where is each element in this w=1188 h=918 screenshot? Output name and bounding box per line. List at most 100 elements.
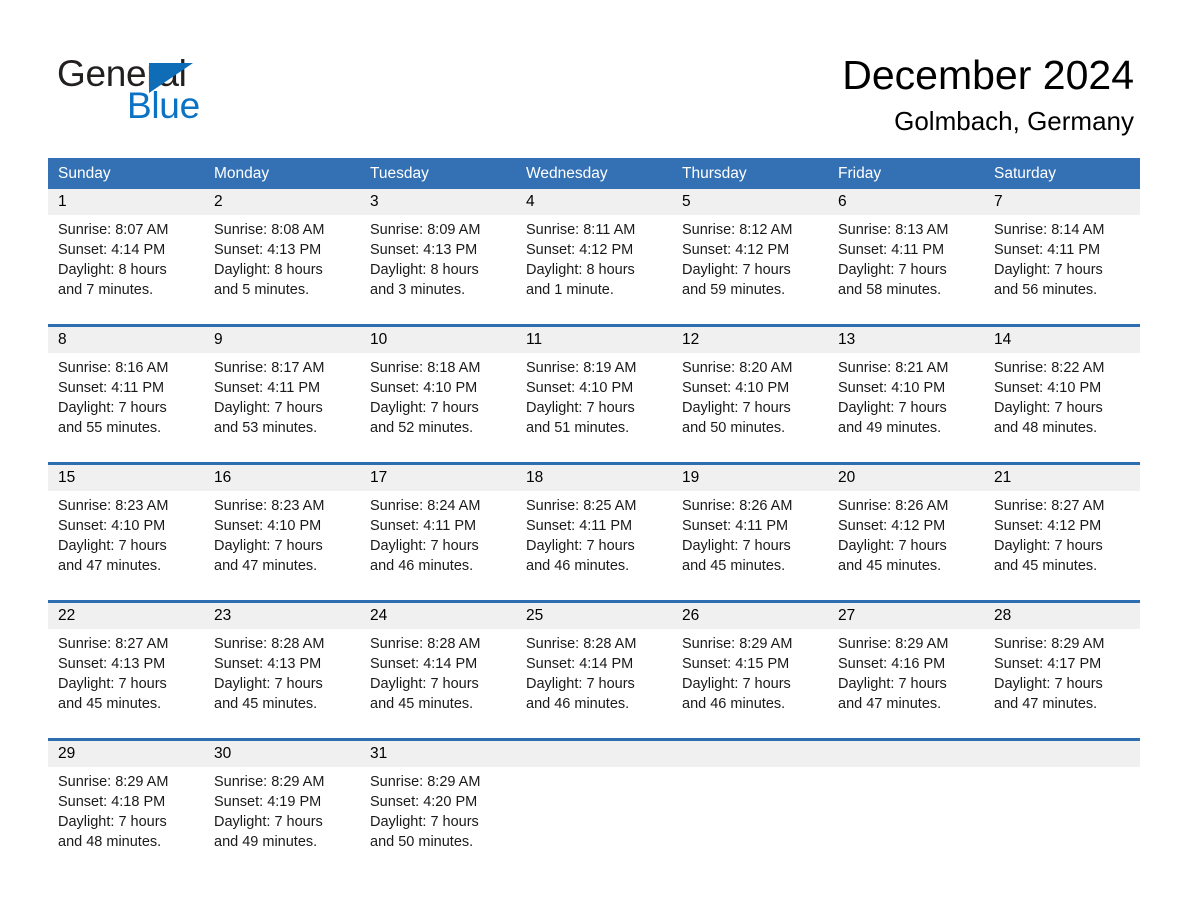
calendar-page: General Blue December 2024 Golmbach, Ger…	[0, 0, 1188, 918]
calendar-day-cell[interactable]: 12 Sunrise: 8:20 AM Sunset: 4:10 PM Dayligh…	[672, 327, 828, 453]
sunrise-text: Sunrise: 8:27 AM	[994, 498, 1105, 514]
sunset-text: Sunset: 4:11 PM	[58, 380, 165, 396]
calendar-day-cell[interactable]: 9 Sunrise: 8:17 AM Sunset: 4:11 PM Daylight…	[204, 327, 360, 453]
daylight-text-line2: and 7 minutes.	[58, 282, 154, 298]
weekday-header-saturday: Saturday	[994, 165, 1057, 182]
day-number: 23	[214, 607, 232, 624]
calendar-day-cell[interactable]: 5 Sunrise: 8:12 AM Sunset: 4:12 PM Daylight…	[672, 189, 828, 315]
day-details: Sunrise: 8:11 AM Sunset: 4:12 PM Daylight:…	[526, 220, 662, 300]
calendar-day-cell[interactable]: 16 Sunrise: 8:23 AM Sunset: 4:10 PM Dayligh…	[204, 465, 360, 591]
day-number: 1	[58, 193, 67, 210]
calendar-day-cell[interactable]: 15 Sunrise: 8:23 AM Sunset: 4:10 PM Dayligh…	[48, 465, 204, 591]
calendar-day-cell[interactable]: 13 Sunrise: 8:21 AM Sunset: 4:10 PM Dayligh…	[828, 327, 984, 453]
daylight-text-line2: and 45 minutes.	[838, 558, 942, 574]
sunset-text: Sunset: 4:14 PM	[370, 656, 478, 672]
calendar-day-cell[interactable]: 17 Sunrise: 8:24 AM Sunset: 4:11 PM Dayligh…	[360, 465, 516, 591]
daylight-text-line1: Daylight: 7 hours	[58, 400, 167, 416]
calendar-day-cell[interactable]: 21 Sunrise: 8:27 AM Sunset: 4:12 PM Dayligh…	[984, 465, 1140, 591]
day-details: Sunrise: 8:29 AM Sunset: 4:18 PM Daylight:…	[58, 772, 194, 852]
calendar-day-cell[interactable]: 23 Sunrise: 8:28 AM Sunset: 4:13 PM Dayligh…	[204, 603, 360, 729]
sunrise-text: Sunrise: 8:07 AM	[58, 222, 169, 238]
day-details: Sunrise: 8:12 AM Sunset: 4:12 PM Daylight:…	[682, 220, 818, 300]
daylight-text-line1: Daylight: 7 hours	[682, 538, 791, 554]
calendar-day-cell[interactable]: 18 Sunrise: 8:25 AM Sunset: 4:11 PM Dayligh…	[516, 465, 672, 591]
day-number: 19	[682, 469, 700, 486]
sunset-text: Sunset: 4:12 PM	[994, 518, 1102, 534]
calendar-day-cell[interactable]: 7 Sunrise: 8:14 AM Sunset: 4:11 PM Daylight…	[984, 189, 1140, 315]
calendar-day-cell[interactable]: 4 Sunrise: 8:11 AM Sunset: 4:12 PM Daylight…	[516, 189, 672, 315]
calendar-weeks: 1 Sunrise: 8:07 AM Sunset: 4:14 PM Daylight…	[48, 189, 1140, 867]
daylight-text-line1: Daylight: 7 hours	[58, 676, 167, 692]
day-number: 11	[526, 331, 543, 348]
day-number: 28	[994, 607, 1012, 624]
calendar-day-cell[interactable]: 30 Sunrise: 8:29 AM Sunset: 4:19 PM Dayligh…	[204, 741, 360, 867]
daylight-text-line1: Daylight: 7 hours	[214, 538, 323, 554]
sunrise-text: Sunrise: 8:23 AM	[58, 498, 169, 514]
daylight-text-line2: and 45 minutes.	[682, 558, 786, 574]
sunset-text: Sunset: 4:20 PM	[370, 794, 478, 810]
sunset-text: Sunset: 4:10 PM	[526, 380, 634, 396]
sunset-text: Sunset: 4:12 PM	[682, 242, 790, 258]
sunset-text: Sunset: 4:11 PM	[682, 518, 789, 534]
sunset-text: Sunset: 4:14 PM	[58, 242, 166, 258]
day-number: 3	[370, 193, 379, 210]
calendar-day-cell-empty	[516, 741, 672, 867]
calendar-day-cell[interactable]: 24 Sunrise: 8:28 AM Sunset: 4:14 PM Dayligh…	[360, 603, 516, 729]
calendar-day-cell[interactable]: 29 Sunrise: 8:29 AM Sunset: 4:18 PM Dayligh…	[48, 741, 204, 867]
day-details: Sunrise: 8:27 AM Sunset: 4:12 PM Daylight:…	[994, 496, 1130, 576]
calendar-day-cell[interactable]: 8 Sunrise: 8:16 AM Sunset: 4:11 PM Daylight…	[48, 327, 204, 453]
calendar-day-cell[interactable]: 14 Sunrise: 8:22 AM Sunset: 4:10 PM Dayligh…	[984, 327, 1140, 453]
calendar-day-cell[interactable]: 31 Sunrise: 8:29 AM Sunset: 4:20 PM Dayligh…	[360, 741, 516, 867]
daylight-text-line1: Daylight: 7 hours	[994, 400, 1103, 416]
day-number: 7	[994, 193, 1003, 210]
day-number: 8	[58, 331, 67, 348]
sunset-text: Sunset: 4:12 PM	[526, 242, 634, 258]
daylight-text-line1: Daylight: 7 hours	[214, 676, 323, 692]
daylight-text-line1: Daylight: 7 hours	[370, 400, 479, 416]
daylight-text-line1: Daylight: 7 hours	[682, 262, 791, 278]
sunset-text: Sunset: 4:11 PM	[994, 242, 1101, 258]
sunrise-text: Sunrise: 8:14 AM	[994, 222, 1105, 238]
sunrise-text: Sunrise: 8:26 AM	[682, 498, 793, 514]
day-details: Sunrise: 8:28 AM Sunset: 4:13 PM Daylight:…	[214, 634, 350, 714]
sunset-text: Sunset: 4:10 PM	[370, 380, 478, 396]
day-details: Sunrise: 8:29 AM Sunset: 4:17 PM Daylight:…	[994, 634, 1130, 714]
day-number: 30	[214, 745, 232, 762]
day-number: 21	[994, 469, 1012, 486]
calendar-day-cell[interactable]: 19 Sunrise: 8:26 AM Sunset: 4:11 PM Dayligh…	[672, 465, 828, 591]
weekday-header-friday: Friday	[838, 165, 882, 182]
daylight-text-line2: and 47 minutes.	[214, 558, 318, 574]
calendar-day-cell[interactable]: 2 Sunrise: 8:08 AM Sunset: 4:13 PM Daylight…	[204, 189, 360, 315]
sunrise-text: Sunrise: 8:29 AM	[838, 636, 949, 652]
sunrise-text: Sunrise: 8:29 AM	[214, 774, 325, 790]
sunrise-text: Sunrise: 8:12 AM	[682, 222, 793, 238]
calendar-day-cell[interactable]: 6 Sunrise: 8:13 AM Sunset: 4:11 PM Daylight…	[828, 189, 984, 315]
sunrise-text: Sunrise: 8:23 AM	[214, 498, 325, 514]
day-details: Sunrise: 8:21 AM Sunset: 4:10 PM Daylight:…	[838, 358, 974, 438]
sunrise-text: Sunrise: 8:28 AM	[526, 636, 637, 652]
daylight-text-line2: and 46 minutes.	[682, 696, 786, 712]
calendar-day-cell[interactable]: 27 Sunrise: 8:29 AM Sunset: 4:16 PM Dayligh…	[828, 603, 984, 729]
calendar-day-cell[interactable]: 28 Sunrise: 8:29 AM Sunset: 4:17 PM Dayligh…	[984, 603, 1140, 729]
daylight-text-line2: and 49 minutes.	[838, 420, 942, 436]
calendar-day-cell[interactable]: 25 Sunrise: 8:28 AM Sunset: 4:14 PM Dayligh…	[516, 603, 672, 729]
daylight-text-line1: Daylight: 7 hours	[682, 400, 791, 416]
calendar-week-row: 22 Sunrise: 8:27 AM Sunset: 4:13 PM Dayligh…	[48, 600, 1140, 729]
daylight-text-line1: Daylight: 7 hours	[526, 676, 635, 692]
day-number: 4	[526, 193, 535, 210]
calendar-day-cell[interactable]: 20 Sunrise: 8:26 AM Sunset: 4:12 PM Dayligh…	[828, 465, 984, 591]
daylight-text-line2: and 47 minutes.	[838, 696, 942, 712]
calendar-day-cell[interactable]: 1 Sunrise: 8:07 AM Sunset: 4:14 PM Daylight…	[48, 189, 204, 315]
calendar-day-cell[interactable]: 26 Sunrise: 8:29 AM Sunset: 4:15 PM Dayligh…	[672, 603, 828, 729]
sunset-text: Sunset: 4:13 PM	[370, 242, 478, 258]
calendar-day-cell[interactable]: 22 Sunrise: 8:27 AM Sunset: 4:13 PM Dayligh…	[48, 603, 204, 729]
sunrise-text: Sunrise: 8:27 AM	[58, 636, 169, 652]
daylight-text-line2: and 1 minute.	[526, 282, 614, 298]
daylight-text-line1: Daylight: 7 hours	[58, 538, 167, 554]
calendar-day-cell[interactable]: 11 Sunrise: 8:19 AM Sunset: 4:10 PM Dayligh…	[516, 327, 672, 453]
daylight-text-line1: Daylight: 7 hours	[838, 538, 947, 554]
daylight-text-line2: and 46 minutes.	[526, 696, 630, 712]
sunrise-text: Sunrise: 8:19 AM	[526, 360, 637, 376]
calendar-day-cell[interactable]: 10 Sunrise: 8:18 AM Sunset: 4:10 PM Dayligh…	[360, 327, 516, 453]
calendar-day-cell[interactable]: 3 Sunrise: 8:09 AM Sunset: 4:13 PM Daylight…	[360, 189, 516, 315]
